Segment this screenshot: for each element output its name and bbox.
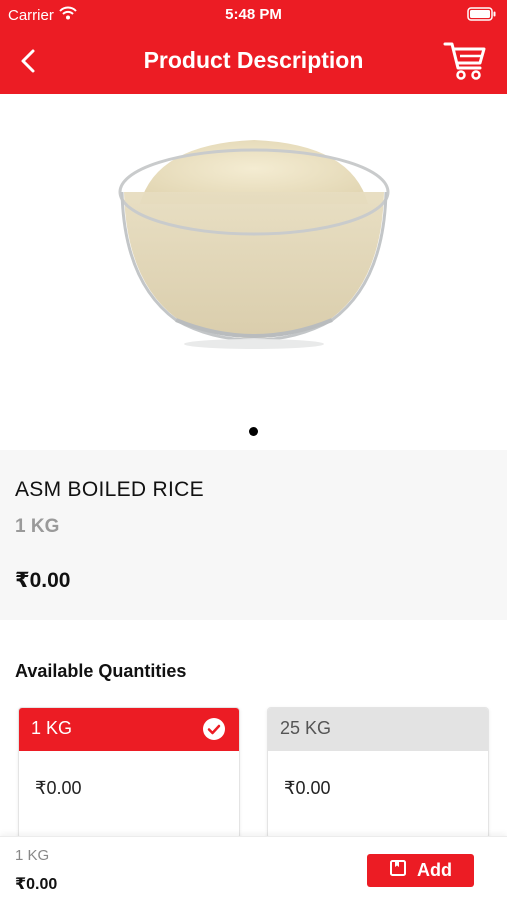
add-to-cart-button[interactable]: Add: [367, 854, 474, 887]
page-title: Product Description: [143, 47, 364, 73]
product-info: ASM BOILED RICE 1 KG ₹0.00: [0, 450, 507, 620]
cart-button[interactable]: [443, 40, 487, 82]
cart-icon: [443, 42, 486, 80]
bag-icon: [389, 859, 407, 882]
quantity-option-1kg[interactable]: 1 KG ₹0.00: [18, 707, 240, 839]
quantity-option-header: 1 KG: [19, 708, 239, 751]
product-name: ASM BOILED RICE: [15, 478, 204, 501]
selected-price: ₹0.00: [15, 876, 58, 893]
clock: 5:48 PM: [225, 6, 282, 23]
quantity-option-header: 25 KG: [268, 708, 488, 751]
status-bar: Carrier 5:48 PM: [0, 0, 507, 28]
quantity-option-price: ₹0.00: [284, 778, 331, 798]
battery-icon: [467, 7, 497, 25]
quantity-option-25kg[interactable]: 25 KG ₹0.00: [267, 707, 489, 839]
quantity-option-label: 1 KG: [31, 718, 73, 738]
quantity-option-price: ₹0.00: [35, 778, 82, 798]
bottom-bar: 1 KG ₹0.00 Add: [0, 836, 507, 900]
selected-unit: 1 KG: [15, 847, 50, 864]
product-image-carousel[interactable]: [0, 94, 507, 450]
carousel-dot[interactable]: [249, 427, 258, 436]
check-circle-icon: [203, 718, 225, 740]
quantity-option-label: 25 KG: [280, 718, 332, 738]
add-button-label: Add: [417, 860, 452, 880]
product-price: ₹0.00: [15, 569, 71, 592]
product-unit: 1 KG: [15, 516, 60, 537]
quantities-heading: Available Quantities: [15, 661, 187, 681]
nav-bar: Product Description: [0, 28, 507, 94]
rice-bowl-image: [118, 140, 390, 349]
